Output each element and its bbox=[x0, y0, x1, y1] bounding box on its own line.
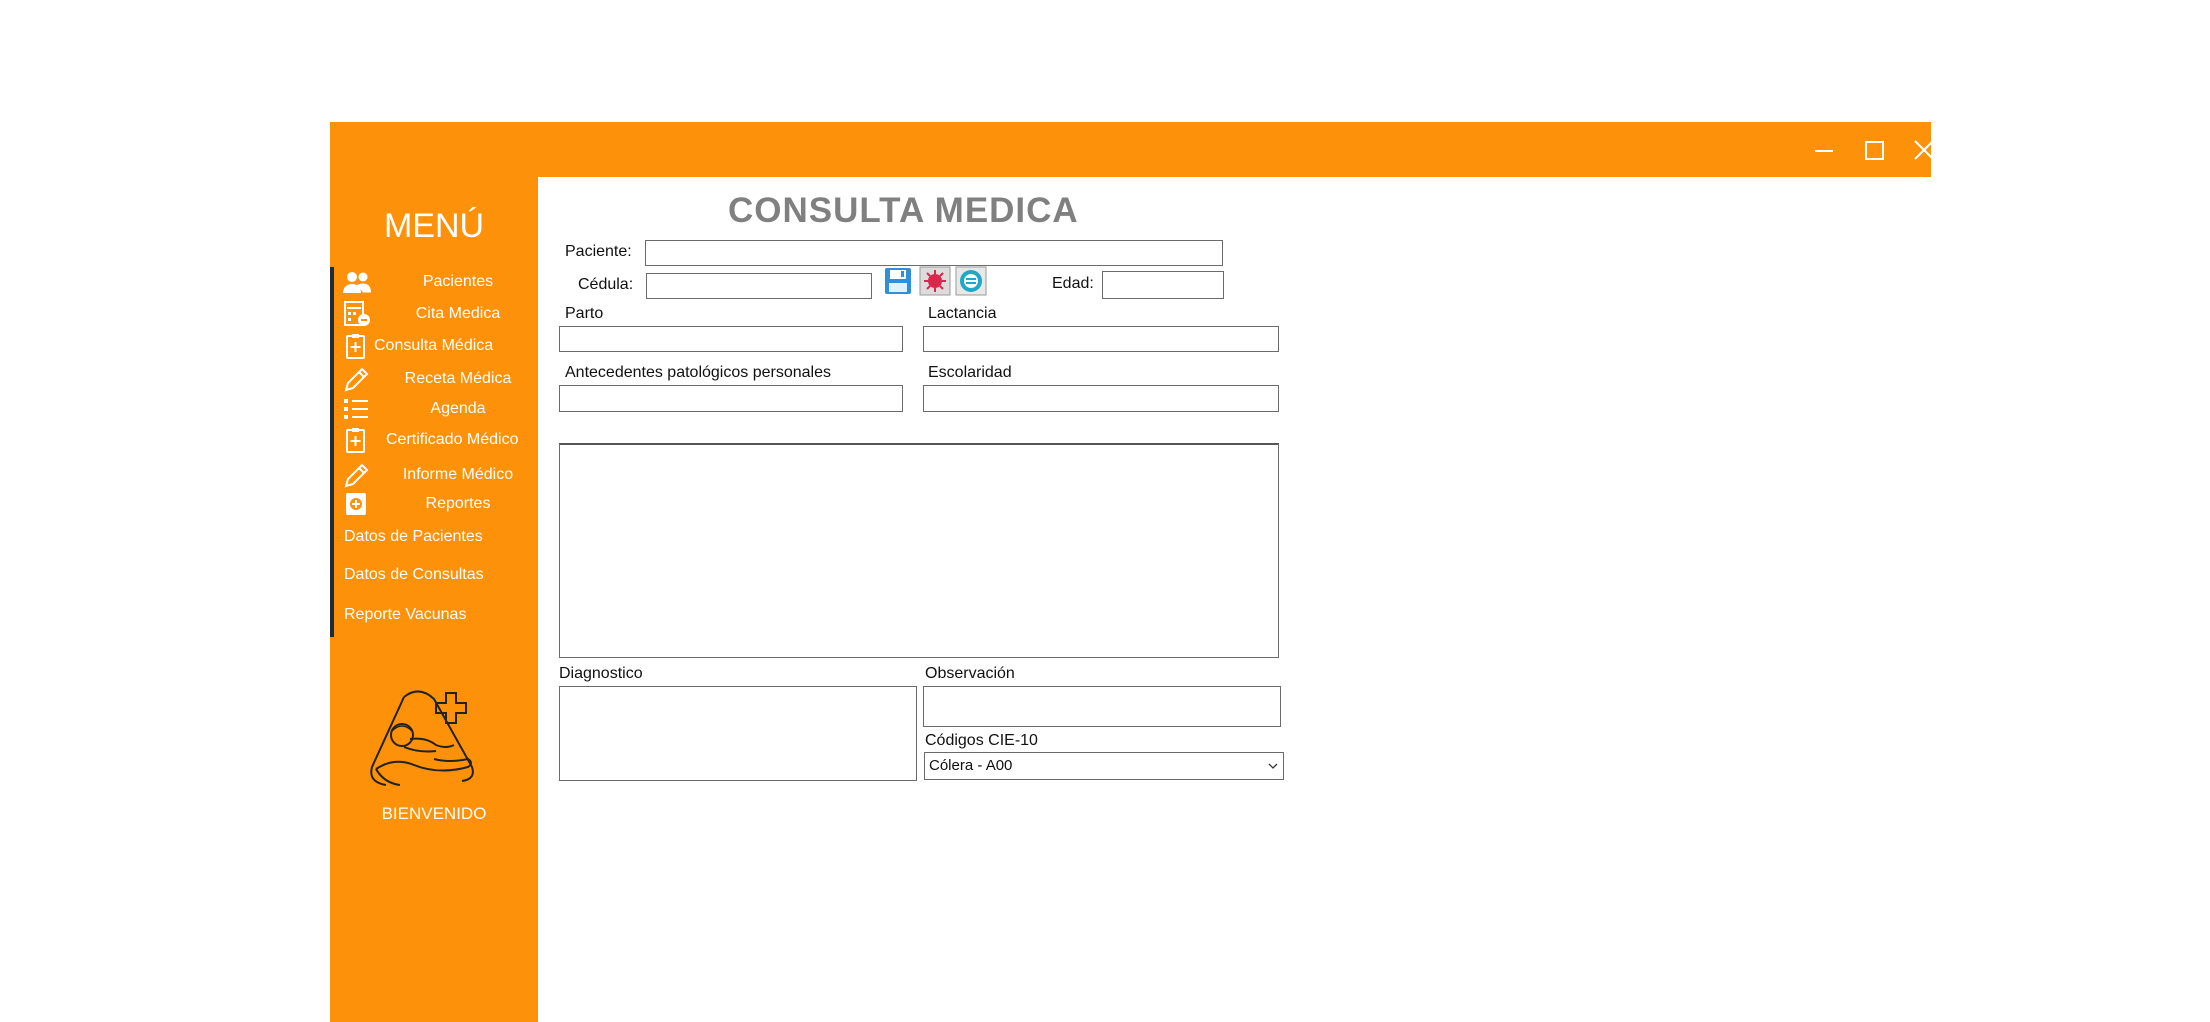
calculator-icon bbox=[342, 301, 372, 327]
edad-label: Edad: bbox=[1052, 275, 1094, 292]
parto-input[interactable] bbox=[559, 326, 903, 352]
sidebar-item-reportes[interactable]: Reportes bbox=[338, 489, 538, 519]
sidebar-subitem-datos-pacientes[interactable]: Datos de Pacientes bbox=[344, 528, 534, 554]
active-indicator bbox=[330, 267, 334, 637]
save-icon[interactable] bbox=[882, 266, 914, 296]
maximize-icon[interactable] bbox=[1854, 131, 1894, 171]
sidebar-item-consulta-medica[interactable]: Consulta Médica bbox=[338, 331, 538, 361]
cie10-label: Códigos CIE-10 bbox=[925, 732, 1038, 749]
sidebar-item-informe-medico[interactable]: Informe Médico bbox=[338, 460, 538, 490]
clipboard-plus-icon bbox=[342, 333, 372, 359]
cedula-label: Cédula: bbox=[578, 276, 634, 293]
observacion-label: Observación bbox=[925, 665, 1015, 682]
sidebar-item-cita-medica[interactable]: Cita Medica bbox=[338, 299, 538, 329]
search-icon[interactable] bbox=[955, 266, 987, 296]
sidebar-item-label: Consulta Médica bbox=[374, 337, 494, 354]
parto-label: Parto bbox=[565, 305, 604, 322]
observacion-textarea[interactable] bbox=[923, 686, 1281, 727]
sidebar-item-label: Agenda bbox=[430, 400, 486, 417]
consulta-form: CONSULTA MEDICA Paciente: Cédula: Edad: … bbox=[538, 177, 1931, 1022]
virus-icon[interactable] bbox=[919, 266, 951, 296]
sidebar-subitem-reporte-vacunas[interactable]: Reporte Vacunas bbox=[344, 606, 534, 632]
title-bar bbox=[330, 122, 1934, 177]
pencil-icon bbox=[342, 462, 372, 488]
lactancia-label: Lactancia bbox=[928, 305, 997, 322]
sidebar-item-label: Certificado Médico bbox=[386, 431, 519, 448]
sidebar: MENÚ Pacientes Cita Medica Consulta Médi… bbox=[330, 177, 538, 1022]
edad-input[interactable] bbox=[1102, 271, 1224, 299]
paciente-input[interactable] bbox=[645, 240, 1223, 266]
diagnostico-label: Diagnostico bbox=[559, 665, 643, 682]
notes-textarea[interactable] bbox=[559, 443, 1279, 658]
sidebar-item-label: Cita Medica bbox=[415, 305, 501, 322]
antecedentes-input[interactable] bbox=[559, 385, 903, 412]
sidebar-item-label: Receta Médica bbox=[404, 370, 512, 387]
sidebar-item-label: Pacientes bbox=[422, 273, 494, 290]
cie10-selected-value: Cólera - A00 bbox=[929, 757, 1013, 774]
cie10-select[interactable]: Cólera - A00 bbox=[924, 752, 1284, 780]
escolaridad-label: Escolaridad bbox=[928, 364, 1012, 381]
clipboard-plus-icon bbox=[342, 427, 372, 453]
app-window: MENÚ Pacientes Cita Medica Consulta Médi… bbox=[330, 122, 1934, 1022]
baby-care-logo bbox=[364, 687, 494, 797]
diagnostico-textarea[interactable] bbox=[559, 686, 917, 781]
sidebar-item-label: Reportes bbox=[425, 495, 491, 512]
cedula-input[interactable] bbox=[646, 273, 872, 299]
page-title: CONSULTA MEDICA bbox=[728, 191, 1079, 230]
users-icon bbox=[342, 269, 372, 295]
sidebar-item-agenda[interactable]: Agenda bbox=[338, 394, 538, 424]
paciente-label: Paciente: bbox=[565, 243, 632, 260]
pencil-icon bbox=[342, 366, 372, 392]
chevron-down-icon bbox=[1267, 759, 1279, 771]
sidebar-item-label: Informe Médico bbox=[402, 466, 514, 483]
escolaridad-input[interactable] bbox=[923, 385, 1279, 412]
lactancia-input[interactable] bbox=[923, 326, 1279, 352]
sidebar-item-pacientes[interactable]: Pacientes bbox=[338, 267, 538, 297]
sidebar-item-receta-medica[interactable]: Receta Médica bbox=[338, 364, 538, 394]
list-icon bbox=[342, 396, 372, 422]
antecedentes-label: Antecedentes patológicos personales bbox=[565, 364, 831, 381]
minimize-icon[interactable] bbox=[1804, 131, 1844, 171]
welcome-text: BIENVENIDO bbox=[381, 804, 487, 823]
menu-title: MENÚ bbox=[383, 207, 485, 245]
close-icon[interactable] bbox=[1904, 131, 1944, 171]
sidebar-item-certificado-medico[interactable]: Certificado Médico bbox=[338, 425, 538, 455]
report-icon bbox=[342, 491, 372, 517]
sidebar-subitem-datos-consultas[interactable]: Datos de Consultas bbox=[344, 566, 534, 592]
